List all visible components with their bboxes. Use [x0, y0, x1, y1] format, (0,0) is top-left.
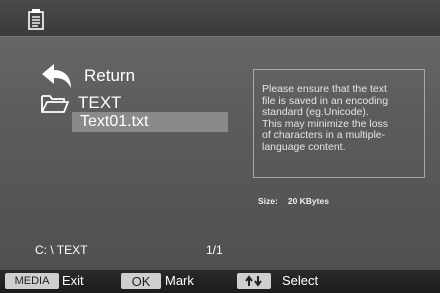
- folder-icon: [41, 95, 69, 113]
- current-path: C: \ TEXT: [35, 243, 88, 257]
- media-key[interactable]: MEDIA: [5, 273, 59, 289]
- document-icon: [28, 9, 44, 30]
- notice-line: Please ensure that the text: [262, 83, 387, 95]
- file-label: Text01.txt: [80, 113, 149, 130]
- bottom-bar: MEDIA Exit OK Mark Select: [0, 270, 440, 293]
- info-panel: Please ensure that the text file is save…: [253, 69, 425, 178]
- notice-line: language content.: [262, 140, 346, 153]
- top-bar: [0, 0, 440, 37]
- file-size: Size: 20 KBytes: [258, 196, 329, 206]
- size-label: Size:: [258, 196, 278, 206]
- ok-key[interactable]: OK: [121, 273, 161, 289]
- return-item[interactable]: Return: [40, 62, 135, 90]
- return-arrow-icon: [42, 64, 71, 88]
- folder-label: TEXT: [78, 93, 122, 112]
- text-browser-screen: Return TEXT Text01.txt Please ensure tha…: [0, 0, 440, 293]
- folder-item[interactable]: TEXT: [40, 92, 121, 114]
- return-label: Return: [84, 66, 136, 85]
- arrows-key[interactable]: [237, 273, 271, 289]
- size-value: 20 KBytes: [287, 196, 329, 206]
- exit-label: Exit: [62, 273, 84, 288]
- up-down-arrows-icon: [245, 275, 262, 287]
- notice-line: of characters in a multiple-: [262, 129, 386, 141]
- encoding-notice: Please ensure that the text file is save…: [262, 83, 422, 153]
- mark-label: Mark: [165, 273, 194, 288]
- notice-line: standard (eg.Unicode).: [262, 106, 369, 118]
- select-label: Select: [282, 273, 319, 288]
- page-indicator: 1/1: [206, 243, 223, 257]
- file-item-selected[interactable]: Text01.txt: [72, 112, 228, 132]
